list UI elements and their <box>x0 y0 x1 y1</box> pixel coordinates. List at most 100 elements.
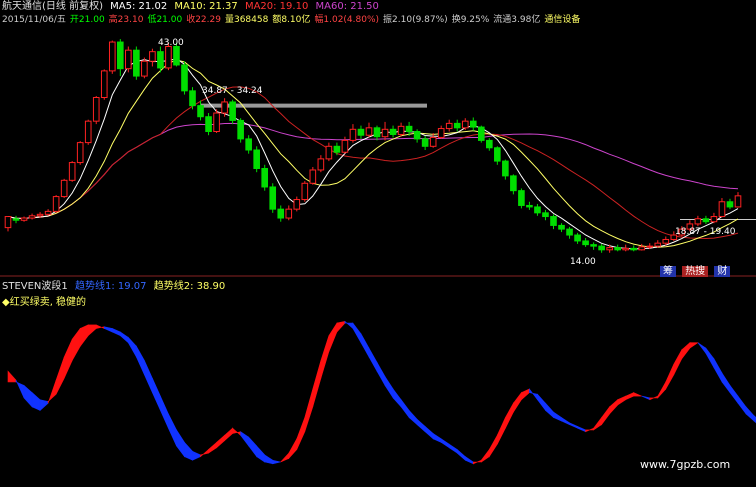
candle-down <box>117 41 124 70</box>
indicator-sell-band <box>529 388 538 401</box>
candle-up <box>341 139 349 153</box>
quote-info-item: 振2.10(9.87%) <box>383 15 448 25</box>
low-annotation: 14.00 <box>570 257 596 267</box>
toolbar-hot-search-button[interactable]: 热搜 <box>682 266 709 277</box>
indicator-buy-band <box>601 405 610 426</box>
indicator-sell-band <box>160 395 169 429</box>
indicator-sell-band <box>545 402 554 419</box>
candle-up <box>437 128 445 138</box>
indicator-buy-band <box>200 448 209 458</box>
ma5-line <box>7 57 739 250</box>
indicator-sell-band <box>424 425 434 440</box>
indicator-buy-band <box>296 417 306 450</box>
candle-down <box>614 247 621 251</box>
indicator-buy-band <box>216 434 225 449</box>
indicator-buy-band <box>480 448 490 463</box>
candle-up <box>4 216 12 229</box>
toolbar-finance-button[interactable]: 财 <box>714 266 731 277</box>
ma20-label: MA20: 19.10 <box>244 1 309 12</box>
candle-up <box>309 169 317 184</box>
quote-info-item: 开21.00 <box>69 15 105 25</box>
quote-info-item: 2015/11/06/五 <box>2 15 66 25</box>
chart-canvas[interactable] <box>0 0 756 487</box>
candle-up <box>293 199 301 210</box>
chart-window: 航天通信(日线 前复权) MA5: 21.02 MA10: 21.37 MA20… <box>0 0 756 487</box>
indicator-sell-band <box>264 454 274 465</box>
indicator-sell-band <box>561 416 570 426</box>
watermark: www.7gpzb.com <box>640 458 731 471</box>
candle-up <box>365 127 373 136</box>
indicator-sell-band <box>144 360 153 393</box>
candle-up <box>221 101 228 114</box>
candle-down <box>518 190 525 206</box>
ma5-label: MA5: 21.02 <box>110 1 168 12</box>
candle-up <box>710 216 718 223</box>
candle-down <box>558 224 565 230</box>
resistance-annotation: 34.87 - 34.24 <box>202 86 263 96</box>
candle-up <box>60 179 68 198</box>
indicator-sell-band <box>31 391 41 411</box>
quote-info-item: 换9.25% <box>451 15 490 25</box>
indicator-sell-band <box>104 326 113 333</box>
candle-down <box>269 186 277 210</box>
candle-down <box>413 131 421 140</box>
candle-down <box>253 149 260 169</box>
candle-up <box>381 128 389 138</box>
candle-down <box>542 212 549 218</box>
candle-down <box>261 167 269 188</box>
candle-down <box>534 206 541 214</box>
quote-info-item: 额8.10亿 <box>272 15 311 25</box>
candle-down <box>405 125 413 133</box>
indicator-sell-band <box>448 443 458 454</box>
candle-up <box>52 196 60 212</box>
indicator-buy-band <box>280 452 290 463</box>
stock-title: 航天通信(日线 前复权) <box>2 1 103 12</box>
indicator-sell-band <box>112 328 121 337</box>
indicator-buy-band <box>472 459 482 465</box>
indicator-sell-band <box>128 336 137 359</box>
indicator-sell-band <box>248 436 258 458</box>
indicator-sell-band <box>168 413 177 447</box>
indicator-sell-band <box>176 428 185 458</box>
indicator-sell-band <box>440 438 450 449</box>
candle-up <box>734 195 742 208</box>
candle-up <box>718 201 726 218</box>
candle-down <box>373 127 381 138</box>
candle-up <box>84 120 92 144</box>
candle-up <box>654 242 662 247</box>
indicator-sell-band <box>721 371 731 394</box>
indicator-sell-band <box>272 459 281 465</box>
quote-info-item: 高23.10 <box>108 15 144 25</box>
trend-line2-label: 趋势线2: 38.90 <box>153 281 226 292</box>
indicator-buy-band <box>625 392 635 401</box>
indicator-buy-band <box>47 380 57 404</box>
indicator-buy-band <box>232 427 241 436</box>
indicator-buy-band <box>593 416 602 431</box>
indicator-buy-band <box>320 335 330 379</box>
candle-up <box>445 122 453 130</box>
indicator-buy-band <box>208 441 217 454</box>
indicator-sell-band <box>464 456 474 465</box>
candle-up <box>622 247 630 251</box>
candle-down <box>477 126 485 141</box>
indicator-buy-band <box>79 324 89 348</box>
ma60-label: MA60: 21.50 <box>315 1 379 12</box>
indicator-buy-band <box>521 388 530 401</box>
indicator-buy-band <box>609 399 619 415</box>
indicator-buy-band <box>7 370 17 383</box>
candle-down <box>598 245 605 251</box>
candle-up <box>461 120 469 129</box>
indicator-buy-band <box>513 391 522 414</box>
indicator-sell-band <box>537 393 546 412</box>
side-toolbar: 筹 热搜 财 <box>660 262 731 277</box>
ma60-line <box>7 122 739 219</box>
indicator-buy-band <box>224 427 233 442</box>
indicator-buy-band <box>304 388 314 432</box>
quote-info-item: 低21.00 <box>147 15 183 25</box>
indicator-buy-band <box>312 360 322 407</box>
toolbar-chip-button[interactable]: 筹 <box>660 266 676 277</box>
candle-down <box>469 120 477 128</box>
quote-info-item: 量368458 <box>224 15 269 25</box>
indicator-buy-band <box>681 342 691 360</box>
quote-info-item: 幅1.02(4.80%) <box>314 15 380 25</box>
